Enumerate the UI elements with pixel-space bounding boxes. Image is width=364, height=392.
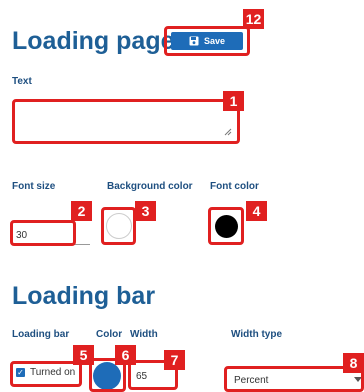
- callout-box-font-size: [10, 220, 76, 246]
- callout-badge-width: 7: [164, 350, 185, 370]
- loading-bar-label: Loading bar: [12, 329, 70, 340]
- callout-badge-font-size: 2: [71, 201, 92, 221]
- font-color-label: Font color: [210, 181, 259, 192]
- callout-badge-save: 12: [243, 9, 264, 29]
- loading-page-title: Loading page: [12, 27, 175, 55]
- callout-badge-font-color: 4: [246, 201, 267, 221]
- loading-bar-title: Loading bar: [12, 282, 156, 310]
- callout-box-background-color: [101, 207, 136, 245]
- color-label: Color: [96, 329, 123, 340]
- callout-box-turned-on: [10, 361, 82, 387]
- callout-box-save: [164, 26, 250, 56]
- callout-badge-background-color: 3: [135, 201, 156, 221]
- callout-box-font-color: [208, 207, 244, 245]
- background-color-label: Background color: [107, 181, 193, 192]
- width-label: Width: [130, 329, 158, 340]
- width-type-label: Width type: [231, 329, 283, 340]
- callout-badge-width-type: 8: [343, 353, 364, 373]
- callout-box-text: [12, 99, 240, 144]
- text-label: Text: [12, 76, 32, 87]
- font-size-label: Font size: [12, 181, 56, 192]
- callout-badge-text: 1: [223, 91, 244, 111]
